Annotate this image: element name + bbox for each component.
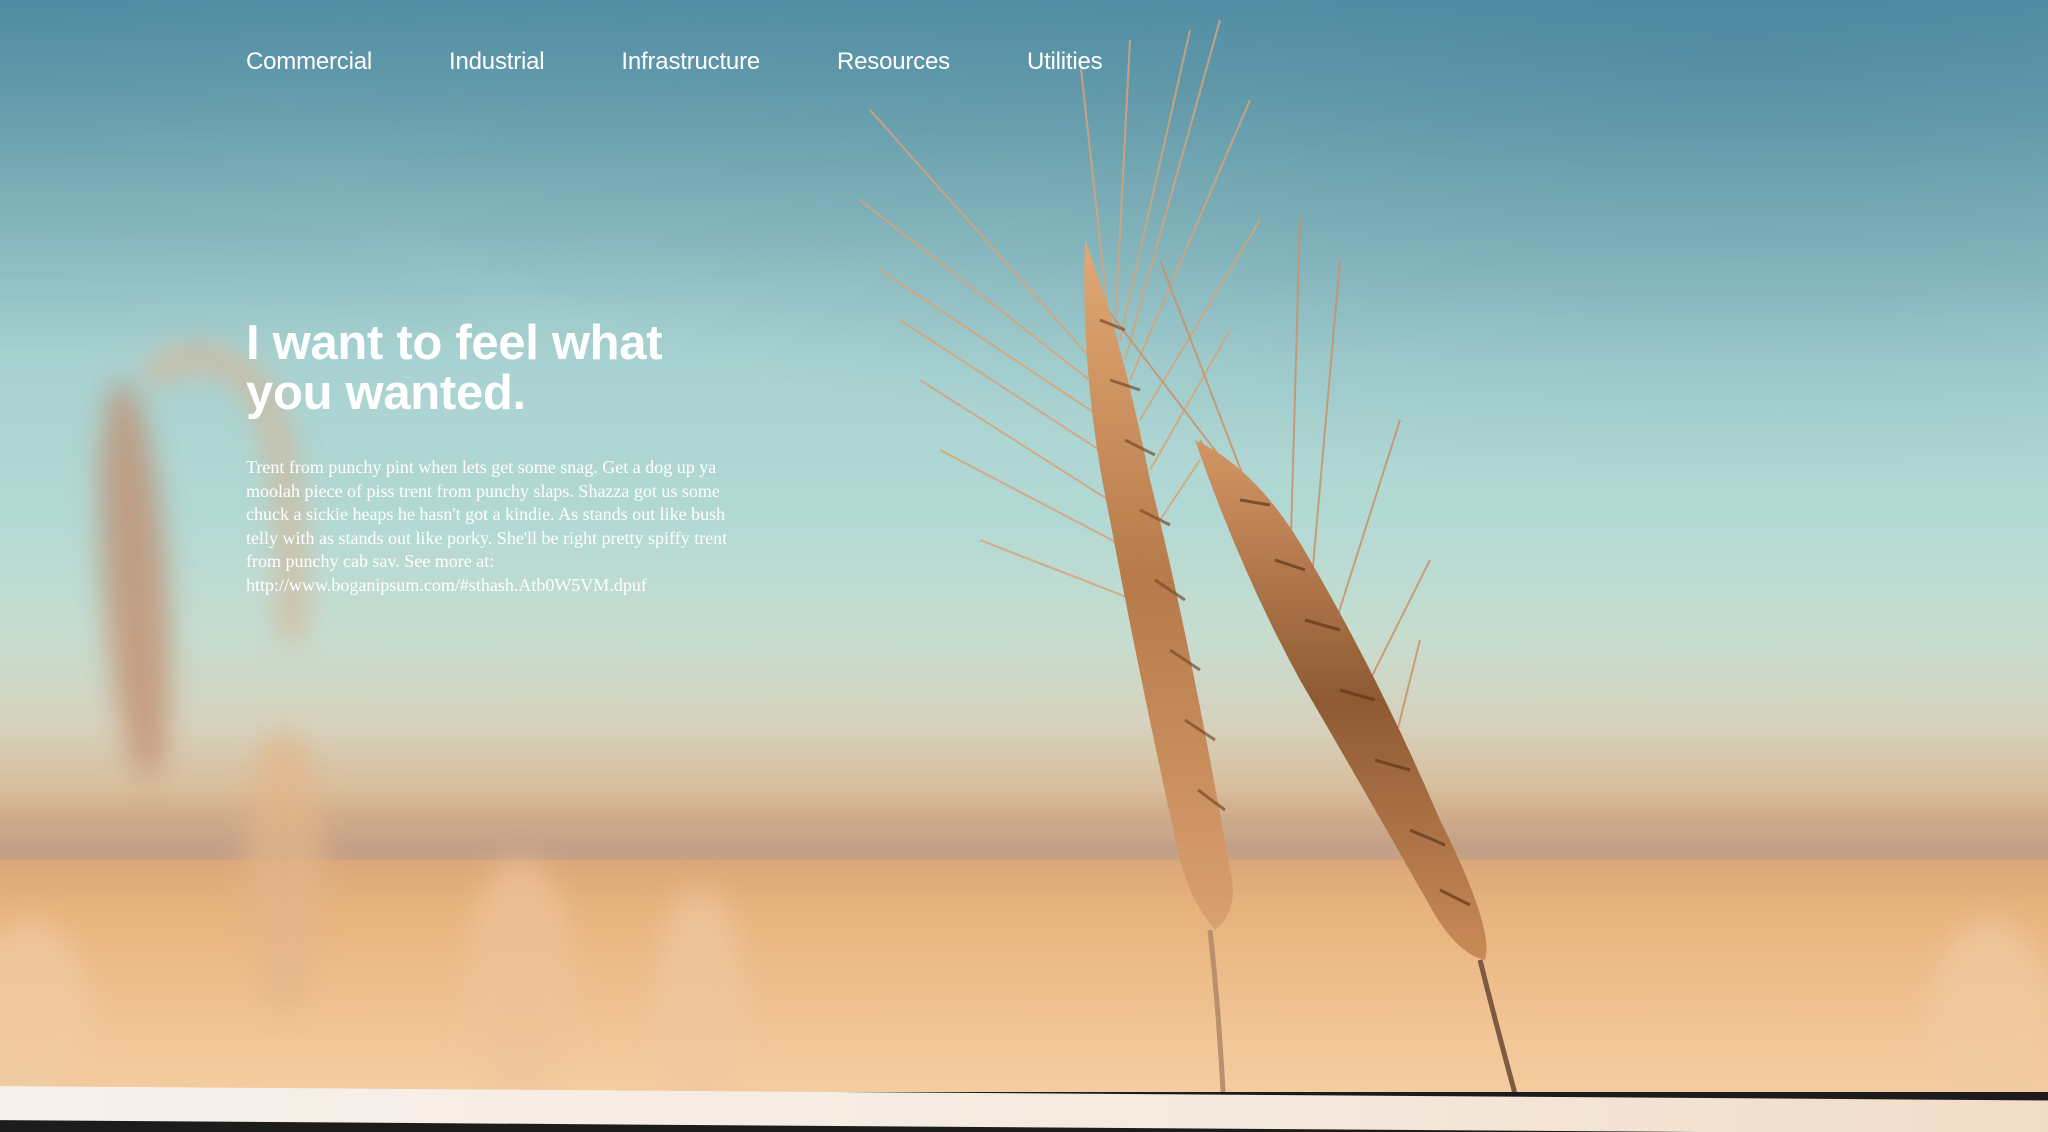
- nav-item-utilities[interactable]: Utilities: [1027, 48, 1103, 76]
- hero-headline: I want to feel what you wanted.: [246, 316, 663, 420]
- nav-item-commercial[interactable]: Commercial: [246, 48, 372, 76]
- page: Commercial Industrial Infrastructure Res…: [0, 0, 2048, 1132]
- nav-item-industrial[interactable]: Industrial: [449, 48, 545, 76]
- wheat-ear-front: [1084, 240, 1233, 1131]
- wheat-awns-1: [859, 19, 1261, 611]
- main-nav: Commercial Industrial Infrastructure Res…: [246, 48, 1103, 76]
- nav-item-resources[interactable]: Resources: [837, 48, 950, 76]
- nav-item-infrastructure[interactable]: Infrastructure: [621, 48, 760, 76]
- hero-body-text: Trent from punchy pint when lets get som…: [246, 457, 728, 595]
